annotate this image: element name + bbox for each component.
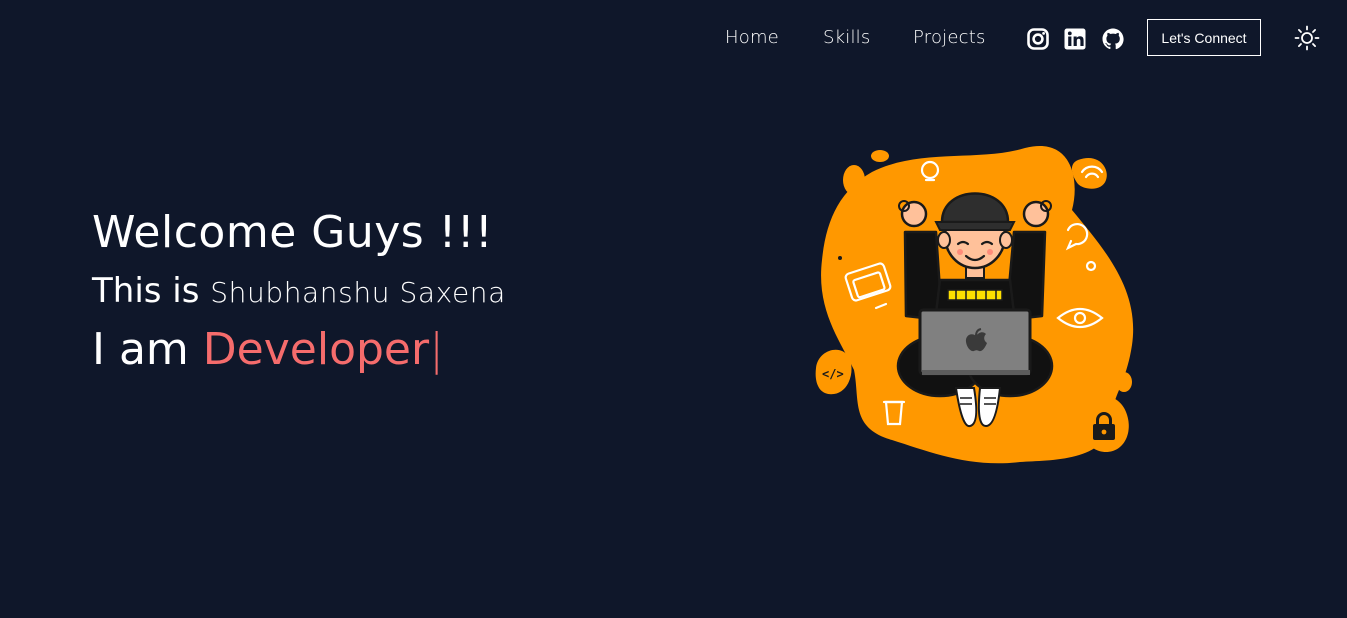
intro-prefix: This is — [92, 271, 211, 311]
linkedin-icon[interactable] — [1063, 27, 1087, 51]
hero-intro: This is Shubhanshu Saxena — [92, 268, 652, 316]
typing-cursor: | — [429, 324, 444, 375]
nav-link-projects[interactable]: Projects — [913, 27, 986, 48]
nav-link-skills[interactable]: Skills — [823, 27, 870, 48]
hero-title: Welcome Guys !!! — [92, 207, 494, 258]
developer-name: Shubhanshu Saxena — [210, 276, 506, 309]
role-prefix: I am — [92, 324, 203, 375]
lets-connect-button[interactable]: Let's Connect — [1147, 19, 1261, 56]
developer-illustration: </> — [810, 140, 1140, 470]
hero-section: Welcome Guys !!! This is Shubhanshu Saxe… — [92, 202, 652, 382]
sun-icon[interactable] — [1294, 25, 1320, 51]
github-icon[interactable] — [1101, 27, 1125, 51]
hero-role: I am Developer| — [92, 318, 652, 382]
svg-text:</>: </> — [822, 367, 844, 381]
instagram-icon[interactable] — [1026, 27, 1050, 51]
typing-role-text: Developer — [202, 324, 430, 375]
navbar: Home Skills Projects Let's Connect — [0, 0, 1347, 76]
nav-link-home[interactable]: Home — [725, 27, 779, 48]
